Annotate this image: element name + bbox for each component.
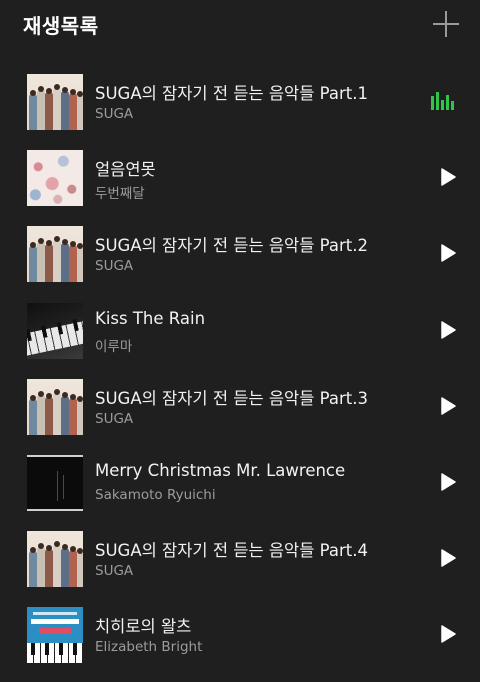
track-row[interactable]: SUGA의 잠자기 전 듣는 음악들 Part.3 SUGA [0,369,480,445]
play-icon[interactable] [440,397,456,415]
track-artist: 이루마 [95,338,133,355]
track-row[interactable]: Merry Christmas Mr. Lawrence Sakamoto Ry… [0,445,480,521]
track-title: 치히로의 왈츠 [95,617,192,637]
play-icon[interactable] [440,625,456,644]
album-art [27,74,83,130]
track-row[interactable]: 치히로의 왈츠 Elizabeth Bright [0,597,480,673]
playlist-header: 재생목록 [0,0,480,52]
track-row[interactable]: SUGA의 잠자기 전 듣는 음악들 Part.2 SUGA [0,216,480,292]
play-icon[interactable] [440,244,456,263]
track-list: SUGA의 잠자기 전 듣는 음악들 Part.1 SUGA 얼음연못 두번째달 [0,64,480,674]
album-art [27,150,83,207]
page-title: 재생목록 [23,14,99,38]
add-icon[interactable] [432,10,460,38]
track-title: SUGA의 잠자기 전 듣는 음악들 Part.1 [95,84,368,103]
track-artist: SUGA [95,258,134,275]
play-icon[interactable] [440,320,456,339]
track-artist: 두번째달 [95,186,145,203]
album-art [27,454,83,511]
play-icon[interactable] [440,549,456,567]
album-art [27,226,83,283]
track-artist: SUGA [95,563,134,580]
equalizer-icon [430,92,454,110]
track-title: Kiss The Rain [95,308,206,328]
album-art [27,302,83,359]
album-art [27,607,83,664]
track-row[interactable]: 얼음연못 두번째달 [0,140,480,216]
album-art [27,378,83,435]
album-art [27,531,83,588]
track-row[interactable]: Kiss The Rain 이루마 [0,293,480,369]
track-artist: SUGA [95,106,134,122]
play-icon[interactable] [440,473,456,491]
track-artist: Sakamoto Ryuichi [95,486,216,503]
track-title: SUGA의 잠자기 전 듣는 음악들 Part.2 [95,236,368,256]
track-row[interactable]: SUGA의 잠자기 전 듣는 음악들 Part.1 SUGA [0,64,480,140]
track-row[interactable]: SUGA의 잠자기 전 듣는 음악들 Part.4 SUGA [0,521,480,597]
play-icon[interactable] [440,168,456,186]
track-artist: SUGA [95,410,134,427]
track-artist: Elizabeth Bright [95,639,203,656]
track-title: Merry Christmas Mr. Lawrence [95,460,346,480]
track-title: SUGA의 잠자기 전 듣는 음악들 Part.3 [95,388,368,408]
track-title: 얼음연못 [95,160,156,180]
track-title: SUGA의 잠자기 전 듣는 음악들 Part.4 [95,541,368,561]
